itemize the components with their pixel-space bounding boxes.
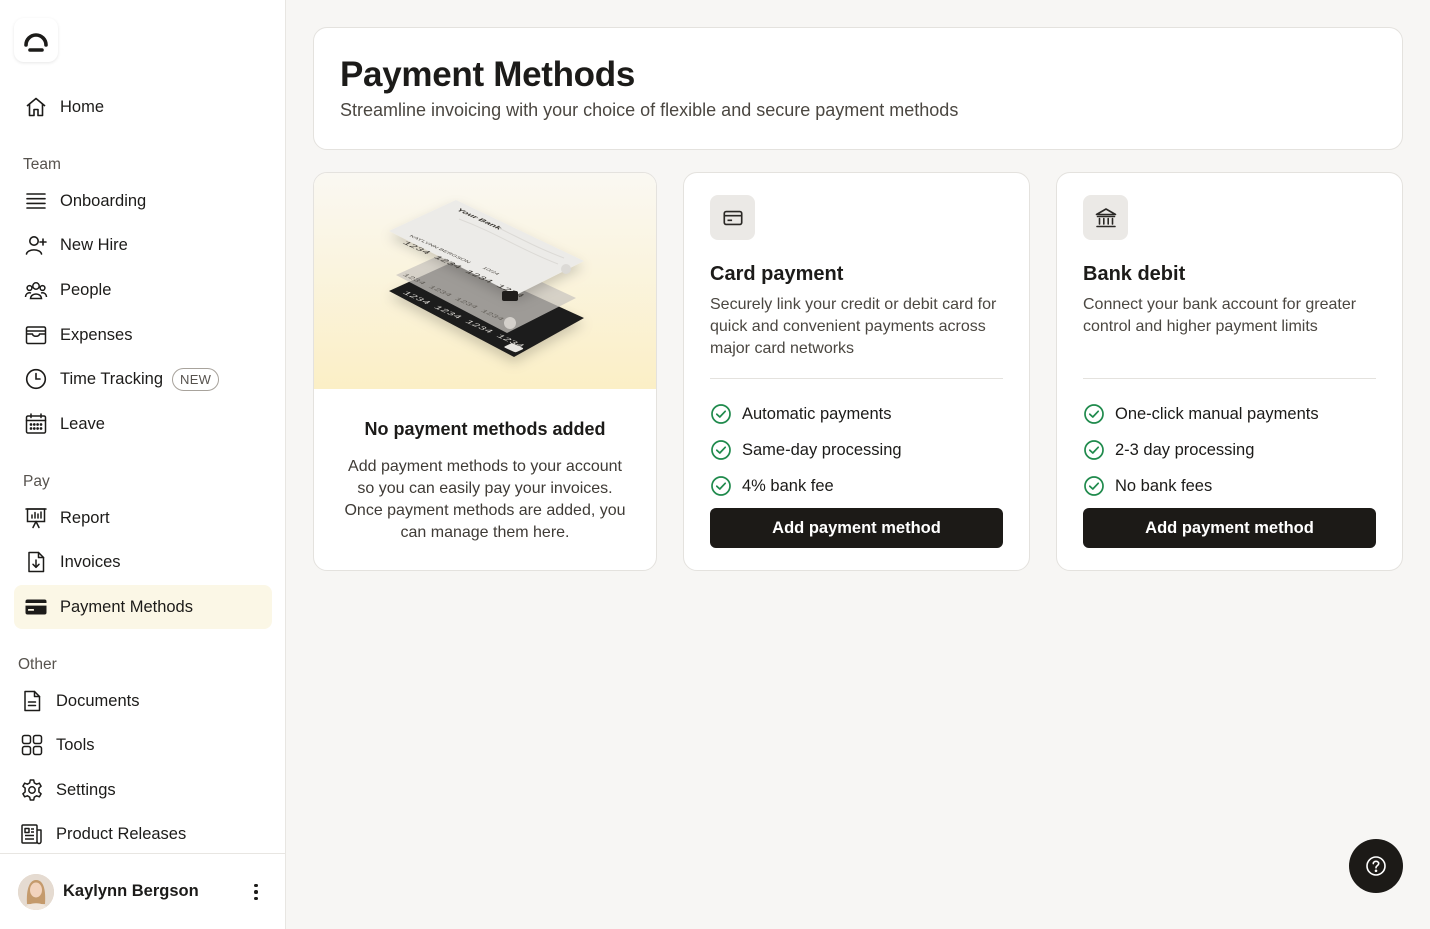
bank-debit-card: Bank debit Connect your bank account for… [1056,172,1403,571]
sidebar-item-documents[interactable]: Documents [14,679,272,723]
section-label-team: Team [23,156,61,173]
card-payment-features: Automatic payments Same-day processing 4… [710,396,902,504]
sidebar-item-label: Home [60,97,105,116]
document-download-icon [24,550,48,574]
sidebar-item-product-releases[interactable]: Product Releases [14,812,272,856]
feature-label: 4% bank fee [742,476,834,495]
empty-state-card: 1234 1234 1234 1234 1234 1234 1234 1234 … [313,172,657,571]
user-profile[interactable]: Kaylynn Bergson [0,853,285,929]
calendar-icon [24,412,48,436]
feature-label: No bank fees [1115,476,1213,495]
sidebar-item-onboarding[interactable]: Onboarding [14,179,272,223]
app-logo[interactable] [14,18,58,62]
clock-icon [24,367,48,391]
page-subtitle: Streamline invoicing with your choice of… [340,100,959,120]
sidebar-item-label: Payment Methods [60,597,193,616]
credit-card-icon [710,195,755,240]
feature-item: 2-3 day processing [1083,432,1319,468]
sidebar-item-settings[interactable]: Settings [14,768,272,812]
cards-illustration: 1234 1234 1234 1234 1234 1234 1234 1234 … [314,173,656,389]
sidebar-item-label: Onboarding [60,191,147,210]
feature-item: One-click manual payments [1083,396,1319,432]
feature-label: 2-3 day processing [1115,440,1255,459]
check-circle-icon [1083,439,1105,461]
list-icon [24,189,48,213]
wallet-icon [24,323,48,347]
check-circle-icon [1083,403,1105,425]
bank-debit-features: One-click manual payments 2-3 day proces… [1083,396,1319,504]
sidebar-item-invoices[interactable]: Invoices [14,540,272,584]
add-card-payment-button[interactable]: Add payment method [710,508,1003,548]
sidebar: Home Team Onboarding New Hire People Exp… [0,0,286,929]
bank-debit-description: Connect your bank account for greater co… [1083,296,1357,335]
page-header: Payment Methods Streamline invoicing wit… [313,27,1403,150]
section-label-pay: Pay [23,473,50,490]
empty-state-body: Add payment methods to your account so y… [344,458,626,541]
check-circle-icon [1083,475,1105,497]
feature-item: 4% bank fee [710,468,902,504]
avatar [18,873,54,910]
sidebar-item-label: Time Tracking [60,369,163,388]
new-badge: NEW [172,367,220,391]
section-label-other: Other [18,656,57,673]
divider [710,378,1003,379]
feature-item: No bank fees [1083,468,1319,504]
presentation-icon [24,506,48,530]
sidebar-item-new-hire[interactable]: New Hire [14,223,272,267]
divider [1083,378,1376,379]
check-circle-icon [710,403,732,425]
sidebar-item-expenses[interactable]: Expenses [14,313,272,357]
sidebar-item-label: Leave [60,414,105,433]
feature-item: Same-day processing [710,432,902,468]
sidebar-item-tools[interactable]: Tools [14,723,272,767]
sidebar-item-payment-methods[interactable]: Payment Methods [14,585,272,629]
newspaper-icon [20,822,44,846]
feature-label: One-click manual payments [1115,404,1319,423]
home-icon [24,95,48,119]
sidebar-item-label: Documents [56,691,140,710]
help-button[interactable] [1349,839,1403,893]
sidebar-item-label: Settings [56,780,116,799]
user-plus-icon [24,233,48,257]
card-payment-description: Securely link your credit or debit card … [710,296,997,357]
sidebar-item-label: People [60,280,112,299]
bank-debit-title: Bank debit [1083,263,1186,285]
empty-state-title: No payment methods added [364,419,606,439]
sidebar-item-people[interactable]: People [14,268,272,312]
gear-icon [20,778,44,802]
grid-icon [20,733,44,757]
check-circle-icon [710,475,732,497]
sidebar-item-label: Invoices [60,552,121,571]
feature-item: Automatic payments [710,396,902,432]
check-circle-icon [710,439,732,461]
sidebar-item-time-tracking[interactable]: Time Tracking NEW [14,357,272,401]
bank-icon [1083,195,1128,240]
credit-card-filled-icon [24,595,48,619]
people-icon [24,278,48,302]
user-name: Kaylynn Bergson [63,882,199,900]
document-icon [20,689,44,713]
sidebar-item-label: Product Releases [56,824,187,843]
sidebar-item-leave[interactable]: Leave [14,402,272,446]
feature-label: Same-day processing [742,440,902,459]
help-icon [1366,856,1386,876]
sidebar-item-label: Tools [56,735,95,754]
card-payment-card: Card payment Securely link your credit o… [683,172,1030,571]
sidebar-item-label: Report [60,508,110,527]
sidebar-item-home[interactable]: Home [14,85,272,129]
card-payment-title: Card payment [710,263,844,285]
more-options-icon[interactable] [249,880,263,904]
sidebar-item-label: Expenses [60,325,133,344]
page-title: Payment Methods [340,55,635,94]
add-bank-debit-button[interactable]: Add payment method [1083,508,1376,548]
feature-label: Automatic payments [742,404,892,423]
logo-mark-icon [24,33,48,52]
sidebar-item-report[interactable]: Report [14,496,272,540]
sidebar-item-label: New Hire [60,235,128,254]
